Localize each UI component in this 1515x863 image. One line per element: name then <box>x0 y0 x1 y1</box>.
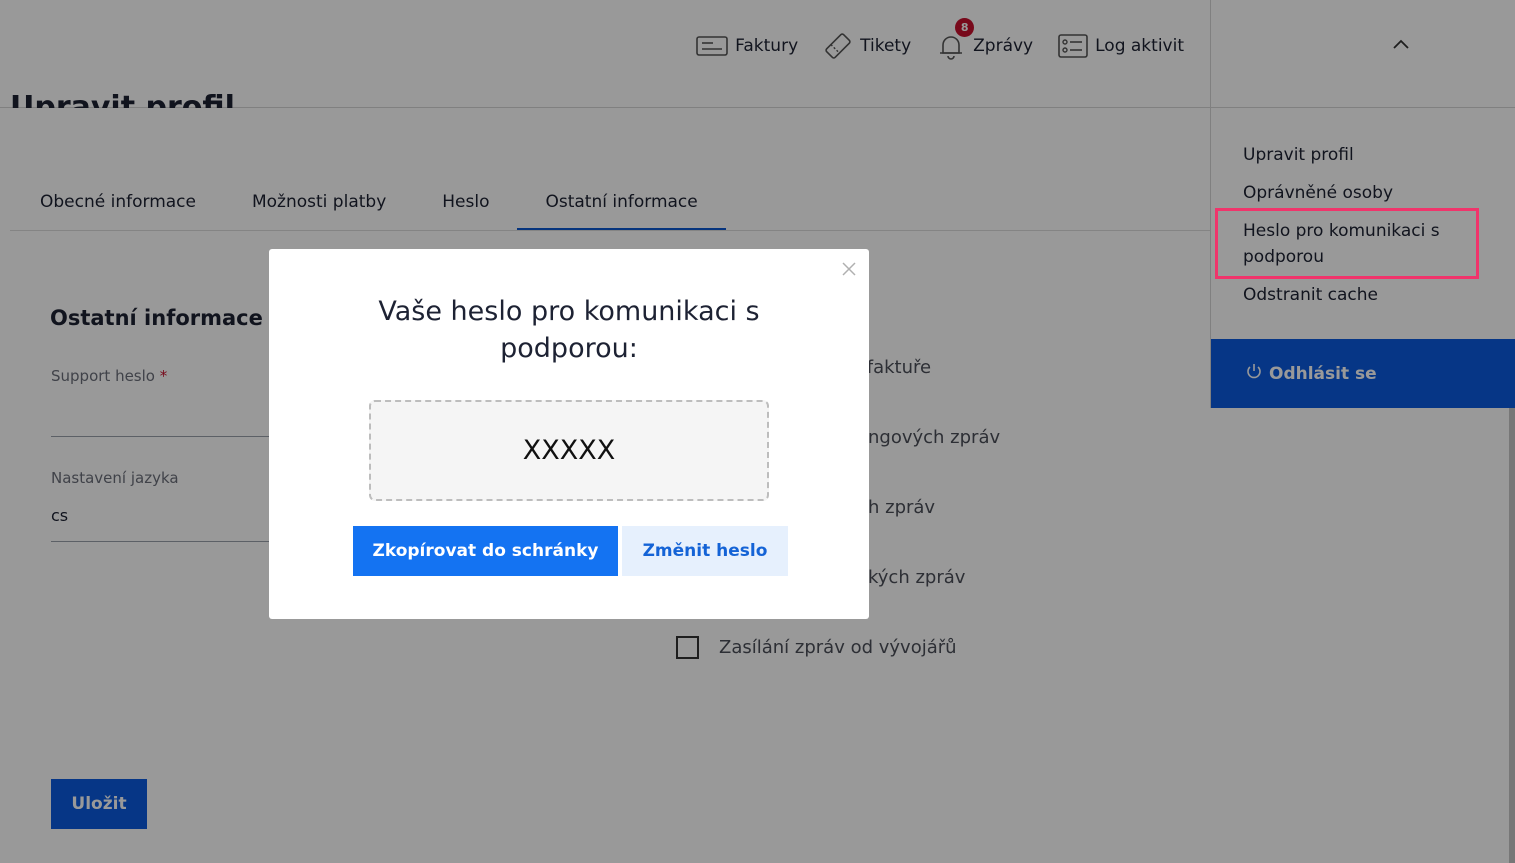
copy-to-clipboard-button[interactable]: Zkopírovat do schránky <box>353 526 618 576</box>
change-password-button[interactable]: Změnit heslo <box>622 526 788 576</box>
highlight-box <box>1215 208 1479 279</box>
support-password-modal: Vaše heslo pro komunikaci s podporou: XX… <box>269 249 869 619</box>
modal-title: Vaše heslo pro komunikaci s podporou: <box>378 296 760 364</box>
password-display: XXXXX <box>369 400 769 501</box>
close-icon[interactable] <box>839 259 859 283</box>
